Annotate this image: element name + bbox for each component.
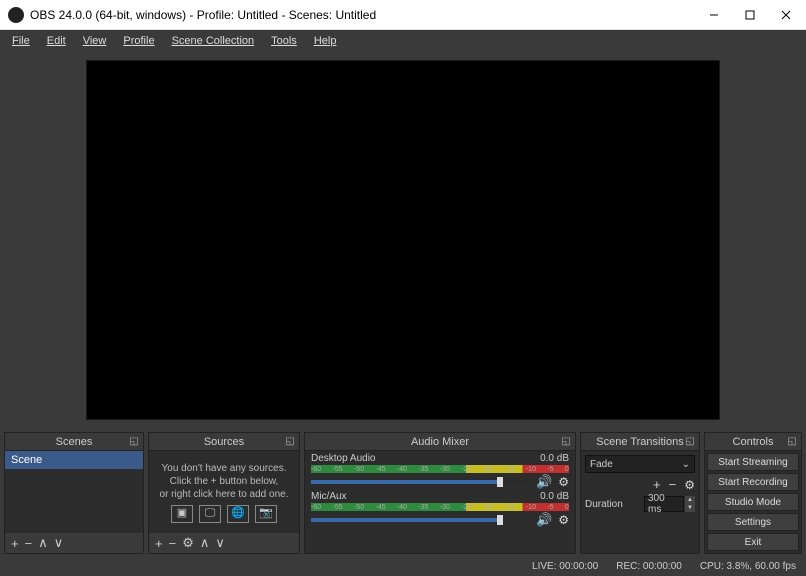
sources-empty-l3: or right click here to add one. xyxy=(160,488,289,501)
popout-icon[interactable]: ◱ xyxy=(560,435,572,447)
transitions-panel: Scene Transitions ◱ Fade ⌄ + − ⚙ Duratio… xyxy=(580,432,700,554)
sources-empty-l2: Click the + button below, xyxy=(170,475,279,488)
menu-profile[interactable]: Profile xyxy=(115,33,162,49)
maximize-button[interactable] xyxy=(732,4,768,26)
menu-help[interactable]: Help xyxy=(306,33,345,49)
workspace xyxy=(0,52,806,428)
spin-down-button[interactable]: ▼ xyxy=(685,504,695,512)
controls-header: Controls ◱ xyxy=(705,433,801,451)
app-icon xyxy=(8,7,24,23)
sources-empty-message[interactable]: You don't have any sources. Click the + … xyxy=(149,451,299,533)
add-transition-button[interactable]: + xyxy=(653,477,661,492)
scenes-header: Scenes ◱ xyxy=(5,433,143,451)
audio-mixer-panel: Audio Mixer ◱ Desktop Audio 0.0 dB -60-5… xyxy=(304,432,576,554)
speaker-icon[interactable]: 🔊 xyxy=(536,474,552,490)
close-button[interactable] xyxy=(768,4,804,26)
gear-icon[interactable]: ⚙ xyxy=(558,513,569,527)
meter-ticks: -60-55-50-45-40-35-30-25-20-15-10-50 xyxy=(311,465,569,473)
transition-value: Fade xyxy=(590,459,613,470)
mixer-channel-desktop: Desktop Audio 0.0 dB -60-55-50-45-40-35-… xyxy=(311,453,569,490)
spin-up-button[interactable]: ▲ xyxy=(685,496,695,504)
duration-value[interactable]: 300 ms xyxy=(644,496,684,512)
channel-level: 0.0 dB xyxy=(540,491,569,502)
studio-mode-button[interactable]: Studio Mode xyxy=(707,493,799,511)
vu-meter: -60-55-50-45-40-35-30-25-20-15-10-50 xyxy=(311,465,569,473)
duration-spinner[interactable]: 300 ms ▲ ▼ xyxy=(644,496,695,512)
volume-slider[interactable] xyxy=(311,518,530,522)
panels-row: Scenes ◱ Scene + − ∧ ∨ Sources ◱ You don… xyxy=(0,428,806,556)
menu-scene-collection[interactable]: Scene Collection xyxy=(164,33,263,49)
status-rec: REC: 00:00:00 xyxy=(616,561,682,572)
add-source-button[interactable]: + xyxy=(155,536,163,551)
channel-name: Desktop Audio xyxy=(311,453,376,464)
mixer-title: Audio Mixer xyxy=(411,436,469,448)
channel-level: 0.0 dB xyxy=(540,453,569,464)
add-scene-button[interactable]: + xyxy=(11,536,19,551)
popout-icon[interactable]: ◱ xyxy=(284,435,296,447)
status-cpu: CPU: 3.8%, 60.00 fps xyxy=(700,561,796,572)
browser-source-icon: 🌐 xyxy=(227,505,249,523)
menu-tools[interactable]: Tools xyxy=(263,33,305,49)
scenes-title: Scenes xyxy=(56,436,93,448)
speaker-icon[interactable]: 🔊 xyxy=(536,512,552,528)
mixer-channel-mic: Mic/Aux 0.0 dB -60-55-50-45-40-35-30-25-… xyxy=(311,491,569,528)
transitions-header: Scene Transitions ◱ xyxy=(581,433,699,451)
remove-source-button[interactable]: − xyxy=(169,536,177,551)
scene-down-button[interactable]: ∨ xyxy=(54,535,64,551)
status-live: LIVE: 00:00:00 xyxy=(532,561,598,572)
sources-toolbar: + − ⚙ ∧ ∨ xyxy=(149,533,299,553)
titlebar: OBS 24.0.0 (64-bit, windows) - Profile: … xyxy=(0,0,806,30)
window-title: OBS 24.0.0 (64-bit, windows) - Profile: … xyxy=(30,8,376,22)
display-source-icon: 🖵 xyxy=(199,505,221,523)
scene-item[interactable]: Scene xyxy=(5,451,143,469)
settings-button[interactable]: Settings xyxy=(707,513,799,531)
menu-file[interactable]: File xyxy=(4,33,38,49)
controls-panel: Controls ◱ Start Streaming Start Recordi… xyxy=(704,432,802,554)
source-up-button[interactable]: ∧ xyxy=(200,535,210,551)
transition-select[interactable]: Fade ⌄ xyxy=(585,455,695,473)
menubar: File Edit View Profile Scene Collection … xyxy=(0,30,806,52)
scene-up-button[interactable]: ∧ xyxy=(38,535,48,551)
chevron-down-icon: ⌄ xyxy=(682,459,690,470)
remove-scene-button[interactable]: − xyxy=(25,536,33,551)
scene-list[interactable]: Scene xyxy=(5,451,143,533)
remove-transition-button[interactable]: − xyxy=(669,477,677,492)
exit-button[interactable]: Exit xyxy=(707,533,799,551)
sources-panel: Sources ◱ You don't have any sources. Cl… xyxy=(148,432,300,554)
mixer-header: Audio Mixer ◱ xyxy=(305,433,575,451)
source-settings-button[interactable]: ⚙ xyxy=(182,535,194,551)
sources-empty-l1: You don't have any sources. xyxy=(162,462,287,475)
vu-meter: -60-55-50-45-40-35-30-25-20-15-10-50 xyxy=(311,503,569,511)
menu-view[interactable]: View xyxy=(75,33,115,49)
volume-slider[interactable] xyxy=(311,480,530,484)
popout-icon[interactable]: ◱ xyxy=(684,435,696,447)
popout-icon[interactable]: ◱ xyxy=(786,435,798,447)
sources-title: Sources xyxy=(204,436,244,448)
gear-icon[interactable]: ⚙ xyxy=(684,478,695,492)
channel-name: Mic/Aux xyxy=(311,491,347,502)
scenes-panel: Scenes ◱ Scene + − ∧ ∨ xyxy=(4,432,144,554)
minimize-button[interactable] xyxy=(696,4,732,26)
controls-title: Controls xyxy=(733,436,774,448)
duration-label: Duration xyxy=(585,499,623,510)
gear-icon[interactable]: ⚙ xyxy=(558,475,569,489)
source-down-button[interactable]: ∨ xyxy=(215,535,225,551)
transitions-title: Scene Transitions xyxy=(596,436,683,448)
sources-header: Sources ◱ xyxy=(149,433,299,451)
popout-icon[interactable]: ◱ xyxy=(128,435,140,447)
start-recording-button[interactable]: Start Recording xyxy=(707,473,799,491)
camera-source-icon: 📷 xyxy=(255,505,277,523)
preview-canvas[interactable] xyxy=(86,60,720,420)
meter-ticks: -60-55-50-45-40-35-30-25-20-15-10-50 xyxy=(311,503,569,511)
start-streaming-button[interactable]: Start Streaming xyxy=(707,453,799,471)
status-bar: LIVE: 00:00:00 REC: 00:00:00 CPU: 3.8%, … xyxy=(0,556,806,576)
scenes-toolbar: + − ∧ ∨ xyxy=(5,533,143,553)
menu-edit[interactable]: Edit xyxy=(39,33,74,49)
image-source-icon: ▣ xyxy=(171,505,193,523)
